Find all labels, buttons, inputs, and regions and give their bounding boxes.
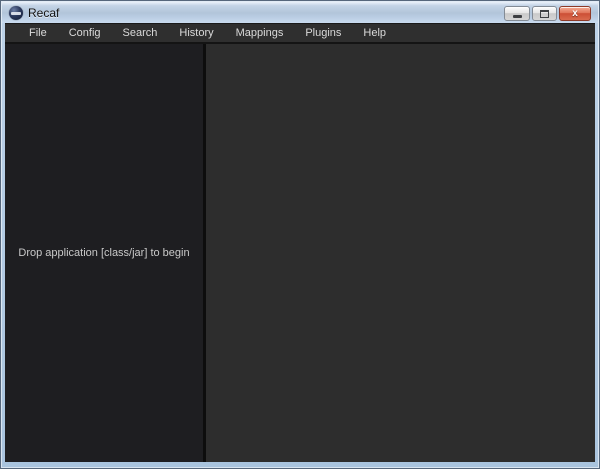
menu-config[interactable]: Config xyxy=(58,24,112,42)
recaf-app-icon xyxy=(9,6,23,20)
menu-bar: File Config Search History Mappings Plug… xyxy=(5,24,595,44)
title-bar[interactable]: Recaf x xyxy=(2,2,598,23)
navigation-pane-drop-zone[interactable]: Drop application [class/jar] to begin xyxy=(5,44,203,462)
editor-pane[interactable] xyxy=(206,44,595,462)
window-title: Recaf xyxy=(28,6,59,20)
menu-history[interactable]: History xyxy=(168,24,224,42)
window-controls: x xyxy=(504,6,591,21)
workspace: Drop application [class/jar] to begin xyxy=(5,44,595,462)
maximize-icon xyxy=(540,10,549,18)
close-icon: x xyxy=(572,9,578,19)
menu-mappings[interactable]: Mappings xyxy=(225,24,295,42)
minimize-button[interactable] xyxy=(504,6,530,21)
menu-plugins[interactable]: Plugins xyxy=(294,24,352,42)
menu-search[interactable]: Search xyxy=(112,24,169,42)
recaf-window: Recaf x File Config Search History Mappi… xyxy=(0,0,600,469)
maximize-button[interactable] xyxy=(532,6,557,21)
minimize-icon xyxy=(513,15,522,18)
drop-hint-text: Drop application [class/jar] to begin xyxy=(10,247,197,259)
client-area: File Config Search History Mappings Plug… xyxy=(5,23,595,462)
menu-file[interactable]: File xyxy=(18,24,58,42)
close-button[interactable]: x xyxy=(559,6,591,21)
menu-help[interactable]: Help xyxy=(352,24,397,42)
